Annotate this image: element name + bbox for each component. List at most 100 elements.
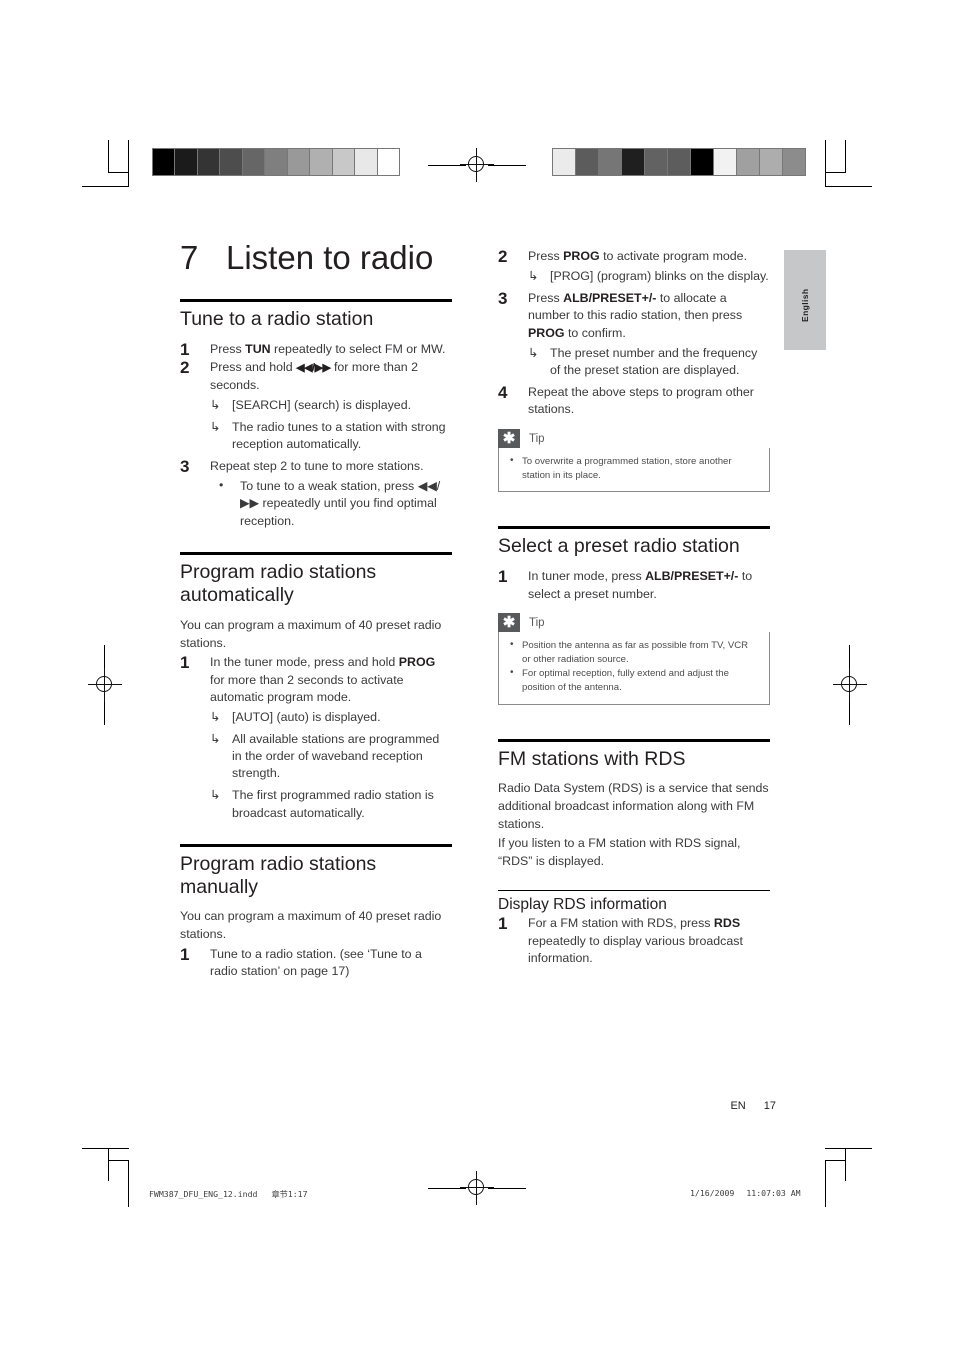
- footer-timestamp: 1/16/2009 11:07:03 AM: [690, 1188, 801, 1198]
- chapter-title: Listen to radio: [226, 239, 434, 276]
- arrow-icon: ↳: [210, 788, 221, 803]
- step-number: 3: [498, 288, 508, 308]
- footer-time: 11:07:03 AM: [746, 1188, 801, 1198]
- arrow-icon: ↳: [528, 345, 539, 360]
- color-swatch: [175, 149, 198, 175]
- arrow-icon: ↳: [528, 268, 539, 283]
- color-swatch: [332, 149, 356, 175]
- tip-label: Tip: [529, 617, 545, 630]
- tip-box-antenna: ✱ Tip • Position the antenna as far as po…: [498, 613, 770, 705]
- color-swatch: [668, 149, 691, 175]
- bullet-icon: •: [219, 477, 224, 492]
- color-swatch: [355, 149, 378, 175]
- steps-program-automatically: 1 In the tuner mode, press and hold PROG …: [180, 653, 452, 821]
- language-tab: English: [784, 250, 826, 350]
- button-name: RDS: [713, 916, 741, 931]
- asterisk-icon: ✱: [498, 428, 520, 448]
- text-run: Press: [210, 341, 246, 356]
- text-run: to activate program mode.: [599, 249, 748, 263]
- numbered-step: 2 Press and hold ◀◀/▶▶ for more than 2 se…: [180, 358, 452, 453]
- document-page: English 7 Listen to radio Tune to a radi…: [0, 0, 954, 1350]
- section-rule: [180, 843, 452, 847]
- color-swatch: [783, 149, 805, 175]
- color-swatch: [242, 149, 266, 175]
- tip-text: To overwrite a programmed station, store…: [522, 455, 732, 481]
- step-text: In tuner mode, press ALB/PRESET+/- to se…: [528, 568, 770, 603]
- color-swatch: [599, 149, 622, 175]
- result-text: [AUTO] (auto) is displayed.: [232, 710, 381, 725]
- text-run: Tune to a radio station. (see ‘Tune to a…: [210, 946, 422, 979]
- step-number: 1: [180, 944, 190, 964]
- intro-text-program-manual: You can program a maximum of 40 preset r…: [180, 909, 442, 941]
- language-tab-label: English: [800, 288, 810, 323]
- folio: EN 17: [600, 1100, 776, 1112]
- asterisk-icon: ✱: [498, 613, 520, 633]
- section-heading-fm-rds: FM stations with RDS: [498, 747, 686, 770]
- result-item: ↳ The radio tunes to a station with stron…: [210, 419, 452, 453]
- text-run: In the tuner mode, press and hold: [210, 655, 399, 670]
- step-number: 3: [180, 456, 190, 476]
- step-number: 1: [180, 653, 190, 673]
- color-swatch: [622, 149, 645, 175]
- steps-tune-to-radio-station: 1 Press TUN repeatedly to select FM or MW…: [180, 340, 452, 531]
- fm-rds-body: Radio Data System (RDS) is a service tha…: [498, 780, 770, 870]
- step-text: Repeat step 2 to tune to more stations.: [210, 458, 452, 476]
- section-rule: [180, 552, 452, 556]
- result-item: ↳ [SEARCH] (search) is displayed.: [210, 397, 452, 414]
- numbered-step: 1 Press TUN repeatedly to select FM or MW…: [180, 340, 452, 359]
- numbered-step: 4 Repeat the above steps to program other…: [498, 382, 770, 419]
- step-text: Press ALB/PRESET+/- to allocate a number…: [528, 290, 770, 343]
- tip-header: ✱ Tip: [498, 613, 770, 633]
- result-item: ↳ The first programmed radio station is b…: [210, 787, 452, 821]
- text-run: Press: [528, 290, 564, 305]
- step-text: Tune to a radio station. (see ‘Tune to a…: [210, 946, 452, 981]
- tip-text: For optimal reception, fully extend and …: [522, 668, 729, 694]
- section-heading-program-manual: Program radio stations manually: [180, 852, 377, 898]
- text-run: for more than 2 seconds to activate auto…: [210, 672, 404, 705]
- result-text: All available stations are programmed in…: [232, 732, 440, 781]
- color-swatch: [553, 149, 576, 175]
- arrow-icon: ↳: [210, 397, 221, 412]
- button-name: PROG: [398, 655, 436, 670]
- folio-prefix: EN: [730, 1100, 746, 1112]
- section-rule: [180, 298, 452, 302]
- tip-body: • To overwrite a programmed station, stor…: [498, 447, 770, 493]
- body-paragraph: Radio Data System (RDS) is a service tha…: [498, 781, 769, 831]
- result-list: ↳ [PROG] (program) blinks on the display.: [528, 268, 770, 285]
- color-swatch: [287, 149, 311, 175]
- footer-file-info: FWM387_DFU_ENG_12.indd 章节1:17: [149, 1188, 308, 1200]
- section-heading-tune: Tune to a radio station: [180, 307, 374, 330]
- step-text: Repeat the above steps to program other …: [528, 384, 770, 419]
- chapter-number: 7: [180, 239, 199, 276]
- footer-section: 章节1:17: [271, 1189, 308, 1199]
- result-text: [SEARCH] (search) is displayed.: [232, 397, 412, 412]
- result-list: ↳ The preset number and the frequency of …: [528, 345, 770, 379]
- result-item: ↳ [AUTO] (auto) is displayed.: [210, 709, 452, 726]
- result-text: The preset number and the frequency of t…: [550, 345, 758, 377]
- text-run: repeatedly to select FM or MW.: [270, 341, 446, 356]
- color-swatch: [714, 149, 737, 175]
- color-swatch: [265, 149, 288, 175]
- step-number: 4: [498, 382, 508, 402]
- arrow-icon: ↳: [210, 710, 221, 725]
- step-text: Press and hold ◀◀/▶▶ for more than 2 sec…: [210, 359, 452, 394]
- color-swatch: [737, 149, 760, 175]
- button-name: ALB/PRESET+/-: [645, 569, 739, 584]
- chapter-heading: 7 Listen to radio: [180, 239, 452, 277]
- arrow-icon: ↳: [210, 732, 221, 747]
- tip-item: • To overwrite a programmed station, stor…: [509, 455, 759, 482]
- intro-text-program-auto: You can program a maximum of 40 preset r…: [180, 617, 442, 650]
- left-column: 7 Listen to radio Tune to a radio statio…: [180, 239, 452, 982]
- note-list: • To tune to a weak station, press ◀◀/▶▶ …: [210, 478, 452, 531]
- color-swatch: [310, 149, 333, 175]
- tip-box-overwrite: ✱ Tip • To overwrite a programmed station…: [498, 428, 770, 493]
- steps-display-rds: 1 For a FM station with RDS, press RDS re…: [498, 914, 770, 968]
- steps-select-preset: 1 In tuner mode, press ALB/PRESET+/- to s…: [498, 567, 770, 603]
- color-swatch: [645, 149, 668, 175]
- steps-program-manually: 1 Tune to a radio station. (see ‘Tune to …: [180, 944, 452, 981]
- numbered-step: 1 For a FM station with RDS, press RDS re…: [498, 914, 770, 968]
- subsection-rule: [498, 889, 770, 891]
- result-item: ↳ [PROG] (program) blinks on the display.: [528, 268, 770, 285]
- step-text: Press TUN repeatedly to select FM or MW.: [210, 341, 452, 359]
- section-rule: [498, 738, 770, 742]
